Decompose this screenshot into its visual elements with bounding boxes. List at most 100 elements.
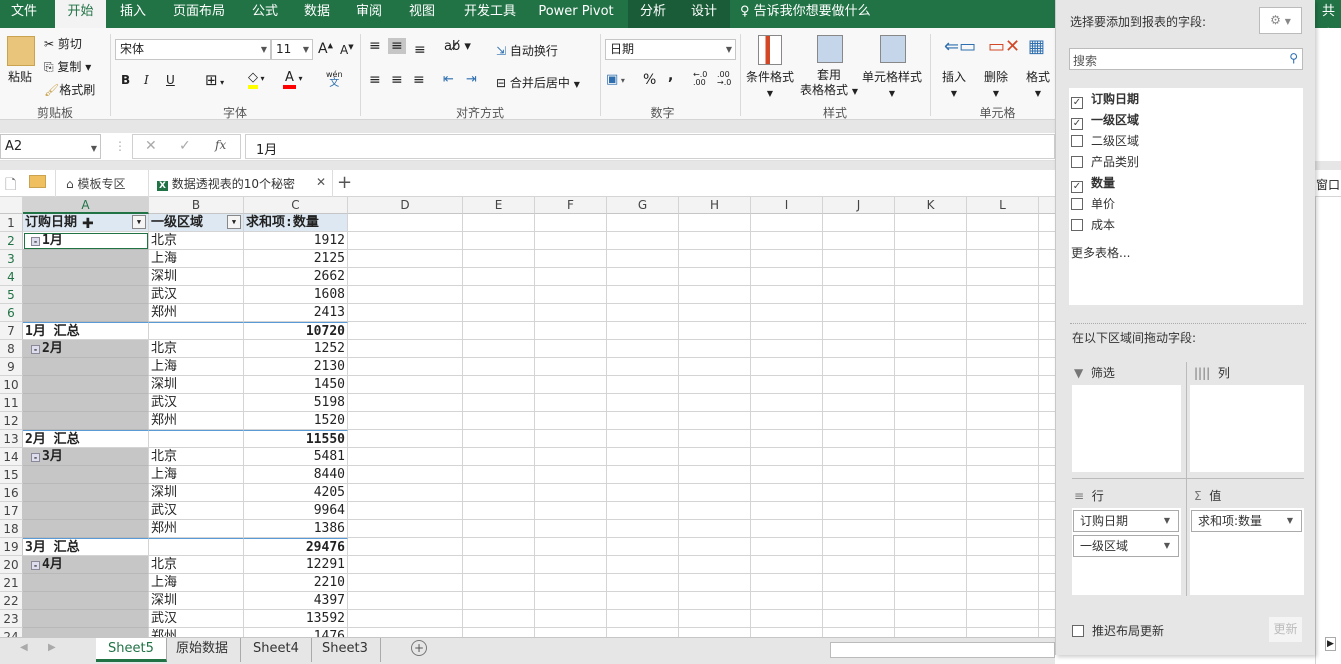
quantity-cell[interactable]: 2210 xyxy=(244,574,348,592)
cell[interactable] xyxy=(463,412,535,430)
values-drop-area[interactable]: 求和项:数量 ▼ xyxy=(1190,508,1304,595)
cell[interactable] xyxy=(607,538,679,556)
column-header-d[interactable]: D xyxy=(348,197,463,214)
delete-cells-button[interactable]: ▭✕ 删除 ▼ xyxy=(984,36,1020,99)
row-header[interactable]: 3 xyxy=(0,250,23,268)
tab-formulas[interactable]: 公式 xyxy=(242,0,288,28)
cell[interactable] xyxy=(895,574,967,592)
cell[interactable] xyxy=(967,448,1039,466)
cell[interactable] xyxy=(1039,574,1055,592)
month-label[interactable] xyxy=(23,520,149,538)
cell[interactable] xyxy=(823,502,895,520)
cell[interactable] xyxy=(1039,358,1055,376)
cell[interactable] xyxy=(751,502,823,520)
scroll-right-icon[interactable]: ▶ xyxy=(1325,637,1336,651)
region-cell[interactable]: 北京 xyxy=(149,448,244,466)
cell[interactable] xyxy=(1039,214,1055,232)
cell[interactable] xyxy=(895,340,967,358)
cell[interactable] xyxy=(967,412,1039,430)
cell[interactable] xyxy=(463,430,535,448)
row-header[interactable]: 16 xyxy=(0,484,23,502)
cell[interactable] xyxy=(348,358,463,376)
cell[interactable] xyxy=(895,304,967,322)
cell[interactable] xyxy=(1039,250,1055,268)
cell[interactable] xyxy=(535,484,607,502)
font-color-button[interactable]: A ▾ xyxy=(283,70,302,89)
cell[interactable] xyxy=(967,430,1039,448)
cell[interactable] xyxy=(751,484,823,502)
cell[interactable] xyxy=(895,592,967,610)
align-right-button[interactable]: ≡ xyxy=(413,72,425,88)
cell[interactable] xyxy=(1039,394,1055,412)
orientation-button[interactable]: ab̸ ▾ xyxy=(444,39,471,54)
month-label[interactable] xyxy=(23,412,149,430)
cell[interactable] xyxy=(1039,484,1055,502)
cell[interactable] xyxy=(463,592,535,610)
cell[interactable] xyxy=(348,250,463,268)
cell[interactable] xyxy=(751,430,823,448)
wrap-text-button[interactable]: ⇲ 自动换行 xyxy=(496,42,558,59)
month-label[interactable]: -4月 xyxy=(23,556,149,574)
pane-settings-button[interactable]: ⚙ ▼ xyxy=(1259,7,1302,34)
cell[interactable] xyxy=(535,340,607,358)
cell[interactable] xyxy=(751,574,823,592)
cell[interactable] xyxy=(967,322,1039,340)
region-cell[interactable]: 北京 xyxy=(149,556,244,574)
cell[interactable] xyxy=(607,448,679,466)
cell[interactable] xyxy=(463,250,535,268)
checkbox[interactable] xyxy=(1071,219,1083,231)
add-sheet-button[interactable]: + xyxy=(411,640,427,656)
cell[interactable] xyxy=(679,358,751,376)
cell[interactable] xyxy=(823,268,895,286)
cell[interactable] xyxy=(895,502,967,520)
cell[interactable] xyxy=(823,286,895,304)
cell[interactable] xyxy=(348,628,463,637)
row-header[interactable]: 9 xyxy=(0,358,23,376)
accounting-format-button[interactable]: ▣ ▾ xyxy=(606,72,625,87)
cell-styles-button[interactable]: 单元格样式 ▼ xyxy=(862,68,922,99)
cell[interactable] xyxy=(751,394,823,412)
cell[interactable] xyxy=(823,394,895,412)
cell[interactable] xyxy=(535,268,607,286)
cell[interactable] xyxy=(535,232,607,250)
cancel-icon[interactable]: ✕ xyxy=(145,138,157,154)
cell[interactable] xyxy=(967,268,1039,286)
column-header-c[interactable]: C xyxy=(244,197,348,214)
cell[interactable] xyxy=(1039,412,1055,430)
month-label[interactable] xyxy=(23,484,149,502)
cell[interactable] xyxy=(967,340,1039,358)
phonetic-button[interactable]: wén 文 xyxy=(326,70,343,89)
tab-home[interactable]: 开始 xyxy=(55,0,106,28)
cell[interactable] xyxy=(535,610,607,628)
cell[interactable] xyxy=(751,286,823,304)
region-cell[interactable]: 郑州 xyxy=(149,628,244,637)
number-format-select[interactable]: 日期 ▼ xyxy=(605,39,736,60)
cell[interactable] xyxy=(348,574,463,592)
bold-button[interactable]: B xyxy=(121,73,130,87)
cell[interactable] xyxy=(535,286,607,304)
cell[interactable] xyxy=(463,448,535,466)
filter-dropdown-icon[interactable]: ▼ xyxy=(132,215,146,229)
cell[interactable] xyxy=(967,214,1039,232)
cell[interactable] xyxy=(535,412,607,430)
tab-insert[interactable]: 插入 xyxy=(110,0,156,28)
cell[interactable] xyxy=(967,556,1039,574)
sheet-tab-source-data[interactable]: 原始数据 xyxy=(164,638,242,662)
cell[interactable] xyxy=(348,376,463,394)
cell[interactable] xyxy=(1039,466,1055,484)
checked-checkbox[interactable]: ✓ xyxy=(1071,181,1083,193)
region-cell[interactable]: 深圳 xyxy=(149,268,244,286)
cell[interactable] xyxy=(679,628,751,637)
rows-drop-area[interactable]: 订购日期 ▼ 一级区域 ▼ xyxy=(1072,508,1181,595)
sheet-tab-sheet5[interactable]: Sheet5 xyxy=(96,638,167,662)
cell[interactable] xyxy=(348,556,463,574)
cell[interactable] xyxy=(823,466,895,484)
quantity-cell[interactable]: 4205 xyxy=(244,484,348,502)
cell[interactable] xyxy=(895,268,967,286)
cell[interactable] xyxy=(823,304,895,322)
tab-power-pivot[interactable]: Power Pivot xyxy=(530,0,622,28)
cell[interactable] xyxy=(607,394,679,412)
cell[interactable] xyxy=(607,574,679,592)
cell[interactable] xyxy=(607,628,679,637)
cell[interactable] xyxy=(463,628,535,637)
